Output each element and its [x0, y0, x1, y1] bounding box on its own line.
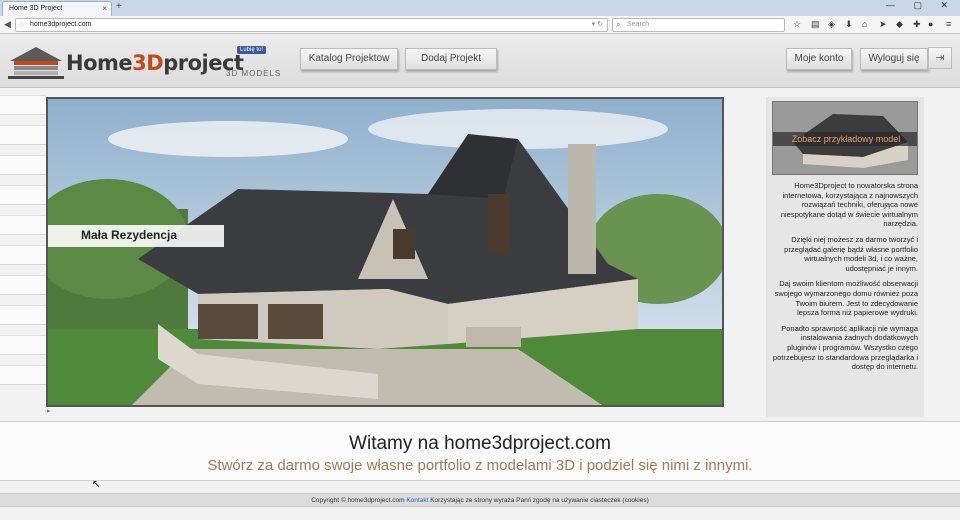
download-icon[interactable]: ⬇ [845, 19, 853, 30]
my-account-button[interactable]: Moje konto [786, 48, 852, 70]
logo-house-icon [8, 47, 64, 79]
preview-caption: Zobacz przykładowy model [773, 132, 917, 146]
globe-icon: ◌ [19, 20, 24, 29]
send-icon[interactable]: ➤ [879, 19, 887, 30]
url-bar[interactable]: ◌ home3dproject.com ▾ ↻ [15, 18, 608, 32]
shield-icon[interactable]: ◈ [828, 19, 835, 30]
window-controls[interactable]: — ▢ ✕ [886, 0, 956, 11]
brand-subtitle: 3D MODELS [226, 69, 282, 78]
website: Home3Dproject 3D MODELS Lubię to! Katalo… [0, 35, 960, 520]
browser-tab[interactable]: Home 3D Project × [2, 1, 112, 16]
cookies-notice: Korzystając ze strony wyraża Pan/i zgodę… [430, 497, 649, 504]
new-tab-button[interactable]: + [116, 1, 122, 12]
tab-close-icon[interactable]: × [102, 4, 107, 13]
sidebar-paragraph: Dzięki niej możesz za darmo tworzyć i pr… [784, 234, 918, 273]
logout-icon[interactable]: ⇥ [928, 47, 952, 69]
browser-tab-bar: Home 3D Project × + — ▢ ✕ [0, 0, 960, 16]
expand-icon[interactable]: ▸ [47, 407, 51, 415]
pocket-icon[interactable]: ◆ [896, 19, 903, 30]
search-placeholder: Search [627, 21, 650, 28]
welcome-subtitle: Stwórz za darmo swoje własne portfolio z… [207, 457, 753, 474]
back-icon[interactable]: ◀ [4, 19, 11, 30]
contact-link[interactable]: Kontakt [406, 497, 428, 504]
copyright-text: Copyright © home3dproject.com [311, 497, 405, 504]
brand-name: Home3Dproject [66, 51, 244, 75]
sidebar-paragraph: Home3Dproject to nowatorska strona inter… [780, 181, 918, 229]
tab-title: Home 3D Project [9, 5, 63, 12]
chat-icon[interactable]: ● [928, 19, 933, 29]
reading-list-icon[interactable]: ▤ [811, 19, 820, 30]
sidebar-description: Home3Dproject to nowatorska strona inter… [772, 181, 918, 378]
project-name-label: Mała Rezydencja [48, 225, 224, 247]
star-icon[interactable]: ☆ [793, 19, 801, 30]
url-text: home3dproject.com [30, 21, 92, 28]
search-input[interactable]: ⌕ Search [612, 18, 785, 32]
add-project-button[interactable]: Dodaj Projekt [405, 48, 497, 70]
sample-model-preview[interactable]: Zobacz przykładowy model [772, 101, 918, 175]
menu-icon[interactable]: ≡ [946, 19, 951, 29]
house-render-image [48, 99, 722, 405]
site-footer: Copyright © home3dproject.com Kontakt Ko… [0, 493, 960, 507]
reload-icon[interactable]: ▾ ↻ [592, 20, 603, 28]
sidebar-paragraph: Ponadto sprawność aplikacji nie wymaga i… [772, 323, 918, 372]
3d-model-viewer[interactable]: Mała Rezydencja ⌂ [46, 97, 724, 407]
search-icon: ⌕ [616, 20, 621, 29]
welcome-title: Witamy na home3dproject.com [349, 433, 611, 454]
home-icon[interactable]: ⌂ [862, 19, 867, 29]
sidebar: Zobacz przykładowy model Home3Dproject t… [766, 97, 924, 417]
site-header: Home3Dproject 3D MODELS Lubię to! Katalo… [0, 35, 960, 88]
mouse-cursor-icon: ↖ [92, 479, 101, 490]
sidebar-paragraph: Daj swoim klientom możliwość obserwacji … [774, 279, 918, 318]
facebook-like-button[interactable]: Lubię to! [237, 46, 267, 54]
catalog-button[interactable]: Katalog Projektow [300, 48, 398, 70]
left-decoration [0, 95, 46, 415]
extensions-icon[interactable]: ✚ [913, 19, 921, 30]
logout-button[interactable]: Wyloguj się [860, 48, 928, 70]
